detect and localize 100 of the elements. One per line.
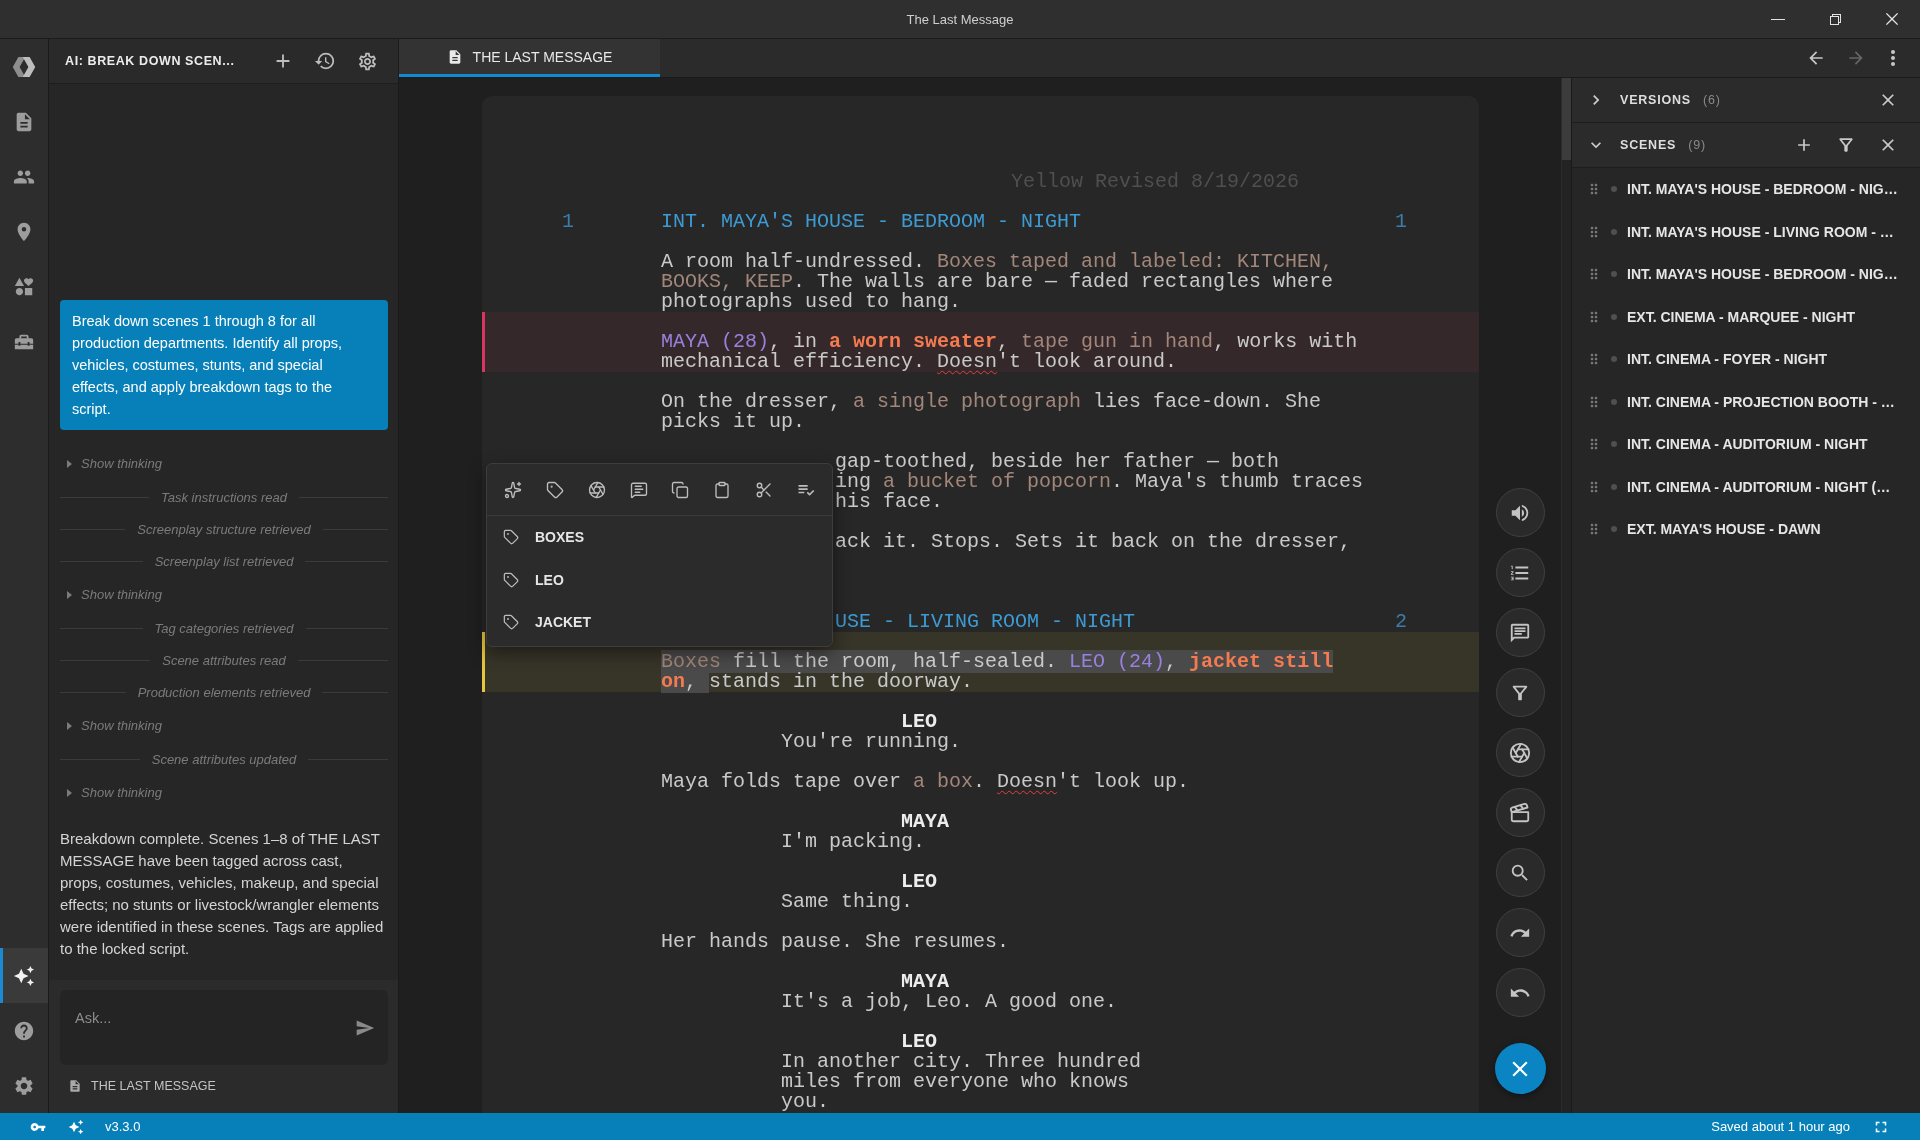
action-text: A room half-undressed. Boxes taped and labeled: KITCHEN, BOOKS, KEEP. The walls are bare — faded rectangles where photographs used to hang. (661, 252, 1335, 312)
settings-icon (356, 50, 378, 72)
scene-number: 1 (562, 212, 574, 232)
action-text: ing a bucket of popcorn. Maya's thumb traces (835, 472, 1364, 492)
action-text: Boxes fill the room, half-sealed. LEO (24), jacket still on, stands in the doorway. (661, 652, 1335, 692)
scene-list-item[interactable]: EXT. CINEMA - MARQUEE - NIGHT (1572, 295, 1920, 338)
step-status: Tag categories retrieved (154, 620, 294, 636)
show-thinking-toggle[interactable]: Show thinking (60, 446, 162, 481)
search-button[interactable] (1495, 848, 1545, 897)
settings-icon (13, 1074, 35, 1097)
step-status: Screenplay structure retrieved (137, 521, 311, 537)
dialogue-text: Same thing. (781, 892, 915, 912)
scene-heading: USE - LIVING ROOM - NIGHT (835, 612, 1136, 632)
user-message: Break down scenes 1 through 8 for all production departments. Identify all props, vehicles, costumes, stunts, and special effects, and apply breakdown tags to the script. (60, 300, 388, 430)
tag-menu-item[interactable]: BOXES (487, 516, 832, 559)
section-header[interactable]: SCENES (9) (1572, 123, 1920, 168)
tag-icon (503, 614, 519, 631)
tag-menu-item[interactable]: JACKET (487, 601, 832, 644)
scene-list-item[interactable]: EXT. MAYA'S HOUSE - DAWN (1572, 508, 1920, 551)
clapperboard-button[interactable] (1495, 788, 1545, 837)
scene-dot-icon (1611, 313, 1617, 320)
context-file: THE LAST MESSAGE (91, 1079, 216, 1093)
character-name: MAYA (901, 812, 949, 832)
scene-dot-icon (1611, 271, 1617, 278)
redo-button[interactable] (1495, 908, 1545, 957)
save-status: Saved about 1 hour ago (1711, 1119, 1850, 1134)
tag-icon (545, 480, 564, 499)
window-title: The Last Message (906, 11, 1014, 27)
aperture-button[interactable] (1495, 728, 1545, 777)
filter-button[interactable] (1495, 668, 1545, 717)
action-text: ack it. Stops. Sets it back on the dresser, (835, 532, 1352, 552)
step-status: Scene attributes read (162, 652, 286, 668)
character-name: LEO (901, 712, 937, 732)
dialogue-text: I'm packing. (781, 832, 927, 852)
undo-button[interactable] (1495, 968, 1545, 1017)
speaker-button[interactable] (1495, 488, 1545, 537)
scene-dot-icon (1611, 398, 1617, 405)
step-status: Scene attributes updated (151, 751, 297, 767)
action-text: MAYA (28), in a worn sweater, tape gun in hand, works with mechanical efficiency. Doesn't look around. (661, 332, 1359, 372)
character-name: LEO (901, 1032, 937, 1052)
minimize-icon (1770, 18, 1785, 20)
scene-list-item[interactable]: INT. CINEMA - AUDITORIUM - NIGHT (… (1572, 465, 1920, 508)
sparkles-icon (13, 964, 35, 987)
action-text: gap-toothed, beside her father — both (835, 452, 1280, 472)
tag-menu-item[interactable]: LEO (487, 558, 832, 601)
scene-dot-icon (1611, 483, 1617, 490)
scene-dot-icon (1611, 186, 1617, 193)
scene-dot-icon (1611, 526, 1617, 533)
scene-dot-icon (1611, 441, 1617, 448)
send-icon (355, 1018, 375, 1038)
scrollbar-thumb[interactable] (1562, 78, 1571, 160)
assistant-message: Breakdown complete. Scenes 1–8 of THE LAST MESSAGE have been tagged across cast, props, costumes, vehicles, makeup, and special effects; no stunts or livestock/wrangler elements were identified in these scenes. Tags are applied to the locked script. (60, 829, 385, 959)
dialogue-text: It's a job, Leo. A good one. (781, 992, 1119, 1012)
sidebar-nav-button[interactable] (0, 948, 48, 1003)
scene-list-item[interactable]: INT. CINEMA - PROJECTION BOOTH - … (1572, 380, 1920, 423)
scene-number: 1 (1395, 212, 1407, 232)
comments-button[interactable] (1495, 608, 1545, 657)
aperture-icon (1509, 741, 1531, 764)
step-status: Screenplay list retrieved (154, 553, 294, 569)
shapes-icon (13, 275, 35, 298)
version-label: v3.3.0 (105, 1119, 141, 1134)
step-status: Task instructions read (161, 489, 287, 505)
clipboard-icon (713, 480, 732, 499)
action-text: Maya folds tape over a box. Doesn't look up. (661, 772, 1191, 792)
scene-list-item[interactable]: INT. MAYA'S HOUSE - LIVING ROOM - … (1572, 210, 1920, 253)
chat-input-field[interactable]: Ask... (60, 990, 388, 1065)
section-header[interactable]: VERSIONS (6) (1572, 78, 1920, 123)
character-name: MAYA (901, 972, 949, 992)
tag-icon (503, 529, 519, 546)
section-count: (9) (1688, 138, 1706, 152)
character-name: LEO (901, 872, 937, 892)
comment-icon (629, 480, 648, 499)
editor-tab[interactable]: THE LAST MESSAGE (399, 39, 660, 77)
show-thinking-toggle[interactable]: Show thinking (60, 708, 162, 743)
history-icon (314, 50, 336, 72)
numbered-list-button[interactable] (1495, 548, 1545, 597)
show-thinking-toggle[interactable]: Show thinking (60, 775, 162, 810)
close-button[interactable] (1494, 1043, 1546, 1094)
scene-list-item[interactable]: INT. MAYA'S HOUSE - BEDROOM - NIG… (1572, 168, 1920, 211)
section-count: (6) (1703, 93, 1721, 107)
app-logo (12, 56, 36, 77)
scene-list-item[interactable]: INT. MAYA'S HOUSE - BEDROOM - NIG… (1572, 253, 1920, 296)
aperture-icon (587, 480, 606, 499)
action-text: his face. (835, 492, 944, 512)
section-title: VERSIONS (1620, 93, 1691, 107)
chat-icon (1509, 621, 1531, 644)
scene-list-item[interactable]: INT. CINEMA - FOYER - NIGHT (1572, 338, 1920, 381)
sparkles-icon[interactable] (68, 1118, 84, 1135)
section-title: SCENES (1620, 138, 1677, 152)
dialogue-text: In another city. Three hundred miles from everyone who knows you. (781, 1052, 1143, 1112)
scene-list-item[interactable]: INT. CINEMA - AUDITORIUM - NIGHT (1572, 423, 1920, 466)
show-thinking-toggle[interactable]: Show thinking (60, 577, 162, 612)
document-icon (68, 1079, 82, 1093)
panel-title: AI: BREAK DOWN SCEN... (65, 54, 235, 68)
clapperboard-icon (1509, 801, 1531, 824)
scene-dot-icon (1611, 356, 1617, 363)
scene-dot-icon (1611, 228, 1617, 235)
scene-heading: INT. MAYA'S HOUSE - BEDROOM - NIGHT (661, 212, 1082, 232)
sparkles-icon (503, 480, 522, 499)
action-text: Her hands pause. She resumes. (661, 932, 1011, 952)
